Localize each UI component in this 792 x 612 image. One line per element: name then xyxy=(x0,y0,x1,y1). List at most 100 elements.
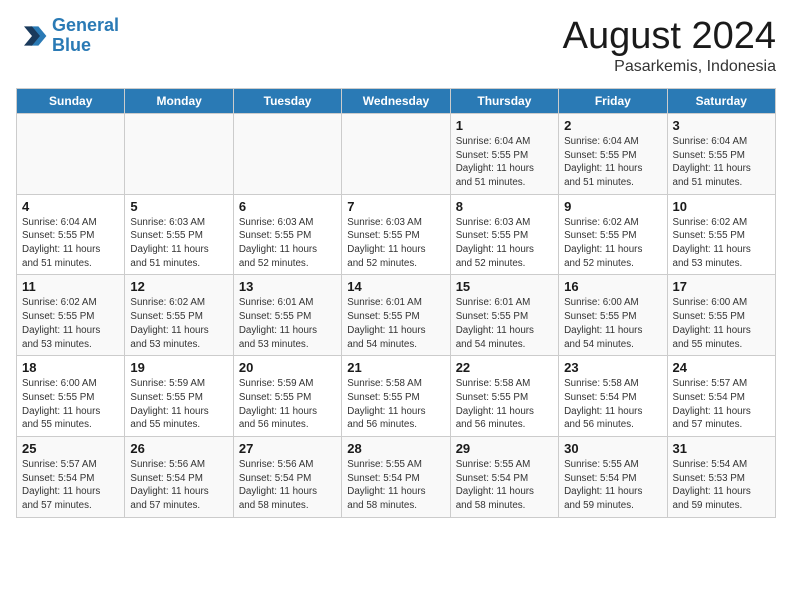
calendar-cell: 26 Sunrise: 5:56 AM Sunset: 5:54 PM Dayli… xyxy=(125,437,233,518)
day-number: 26 xyxy=(130,441,227,456)
day-info: Sunrise: 6:04 AM Sunset: 5:55 PM Dayligh… xyxy=(564,135,661,190)
calendar-cell: 8 Sunrise: 6:03 AM Sunset: 5:55 PM Daylig… xyxy=(450,194,558,275)
day-info: Sunrise: 6:04 AM Sunset: 5:55 PM Dayligh… xyxy=(22,216,119,271)
calendar-cell: 10 Sunrise: 6:02 AM Sunset: 5:55 PM Dayli… xyxy=(667,194,775,275)
calendar-cell: 23 Sunrise: 5:58 AM Sunset: 5:54 PM Dayli… xyxy=(559,356,667,437)
calendar-cell: 13Sunrise: 6:01 AM Sunset: 5:55 PM Dayli… xyxy=(233,275,341,356)
day-info: Sunrise: 5:58 AM Sunset: 5:54 PM Dayligh… xyxy=(564,377,661,432)
calendar-cell: 4 Sunrise: 6:04 AM Sunset: 5:55 PM Daylig… xyxy=(17,194,125,275)
calendar-cell: 25Sunrise: 5:57 AM Sunset: 5:54 PM Dayli… xyxy=(17,437,125,518)
day-number: 7 xyxy=(347,199,444,214)
logo: General Blue xyxy=(16,16,119,56)
calendar-cell: 27 Sunrise: 5:56 AM Sunset: 5:54 PM Dayli… xyxy=(233,437,341,518)
subtitle: Pasarkemis, Indonesia xyxy=(563,58,776,76)
day-number: 8 xyxy=(456,199,553,214)
day-number: 1 xyxy=(456,118,553,133)
day-info: Sunrise: 6:02 AM Sunset: 5:55 PM Dayligh… xyxy=(22,296,119,351)
calendar-cell: 28 Sunrise: 5:55 AM Sunset: 5:54 PM Dayli… xyxy=(342,437,450,518)
calendar-cell: 6Sunrise: 6:03 AM Sunset: 5:55 PM Daylig… xyxy=(233,194,341,275)
calendar-cell: 31 Sunrise: 5:54 AM Sunset: 5:53 PM Dayli… xyxy=(667,437,775,518)
day-number: 19 xyxy=(130,360,227,375)
day-number: 17 xyxy=(673,279,770,294)
day-number: 4 xyxy=(22,199,119,214)
calendar-cell: 21 Sunrise: 5:58 AM Sunset: 5:55 PM Dayli… xyxy=(342,356,450,437)
day-info: Sunrise: 6:02 AM Sunset: 5:55 PM Dayligh… xyxy=(130,296,227,351)
day-info: Sunrise: 6:04 AM Sunset: 5:55 PM Dayligh… xyxy=(456,135,553,190)
day-number: 2 xyxy=(564,118,661,133)
day-header-monday: Monday xyxy=(125,88,233,113)
calendar-cell: 3Sunrise: 6:04 AM Sunset: 5:55 PM Daylig… xyxy=(667,113,775,194)
day-number: 15 xyxy=(456,279,553,294)
day-info: Sunrise: 6:00 AM Sunset: 5:55 PM Dayligh… xyxy=(564,296,661,351)
day-info: Sunrise: 5:58 AM Sunset: 5:55 PM Dayligh… xyxy=(347,377,444,432)
day-number: 27 xyxy=(239,441,336,456)
day-number: 28 xyxy=(347,441,444,456)
calendar-cell: 20 Sunrise: 5:59 AM Sunset: 5:55 PM Dayli… xyxy=(233,356,341,437)
day-header-sunday: Sunday xyxy=(17,88,125,113)
calendar-week-2: 4 Sunrise: 6:04 AM Sunset: 5:55 PM Daylig… xyxy=(17,194,776,275)
calendar-cell: 11 Sunrise: 6:02 AM Sunset: 5:55 PM Dayli… xyxy=(17,275,125,356)
day-number: 3 xyxy=(673,118,770,133)
calendar-cell: 29 Sunrise: 5:55 AM Sunset: 5:54 PM Dayli… xyxy=(450,437,558,518)
calendar-cell: 18 Sunrise: 6:00 AM Sunset: 5:55 PM Dayli… xyxy=(17,356,125,437)
day-info: Sunrise: 6:01 AM Sunset: 5:55 PM Dayligh… xyxy=(347,296,444,351)
calendar-cell xyxy=(125,113,233,194)
calendar-cell: 22 Sunrise: 5:58 AM Sunset: 5:55 PM Dayli… xyxy=(450,356,558,437)
day-number: 25 xyxy=(22,441,119,456)
main-title: August 2024 xyxy=(563,16,776,58)
day-info: Sunrise: 5:55 AM Sunset: 5:54 PM Dayligh… xyxy=(564,458,661,513)
calendar-cell xyxy=(233,113,341,194)
day-header-thursday: Thursday xyxy=(450,88,558,113)
day-info: Sunrise: 6:01 AM Sunset: 5:55 PM Dayligh… xyxy=(239,296,336,351)
day-number: 12 xyxy=(130,279,227,294)
day-number: 21 xyxy=(347,360,444,375)
title-block: August 2024 Pasarkemis, Indonesia xyxy=(563,16,776,76)
day-info: Sunrise: 5:56 AM Sunset: 5:54 PM Dayligh… xyxy=(130,458,227,513)
calendar-cell: 24Sunrise: 5:57 AM Sunset: 5:54 PM Dayli… xyxy=(667,356,775,437)
calendar-cell: 19Sunrise: 5:59 AM Sunset: 5:55 PM Dayli… xyxy=(125,356,233,437)
day-number: 10 xyxy=(673,199,770,214)
day-number: 11 xyxy=(22,279,119,294)
calendar-cell: 1 Sunrise: 6:04 AM Sunset: 5:55 PM Daylig… xyxy=(450,113,558,194)
day-number: 22 xyxy=(456,360,553,375)
calendar-week-3: 11 Sunrise: 6:02 AM Sunset: 5:55 PM Dayli… xyxy=(17,275,776,356)
calendar-table: SundayMondayTuesdayWednesdayThursdayFrid… xyxy=(16,88,776,518)
day-info: Sunrise: 6:03 AM Sunset: 5:55 PM Dayligh… xyxy=(130,216,227,271)
calendar-week-5: 25Sunrise: 5:57 AM Sunset: 5:54 PM Dayli… xyxy=(17,437,776,518)
day-number: 18 xyxy=(22,360,119,375)
logo-icon xyxy=(16,20,48,52)
day-number: 24 xyxy=(673,360,770,375)
day-number: 29 xyxy=(456,441,553,456)
day-number: 6 xyxy=(239,199,336,214)
calendar-cell: 17Sunrise: 6:00 AM Sunset: 5:55 PM Dayli… xyxy=(667,275,775,356)
day-number: 16 xyxy=(564,279,661,294)
day-info: Sunrise: 5:54 AM Sunset: 5:53 PM Dayligh… xyxy=(673,458,770,513)
calendar-cell: 15 Sunrise: 6:01 AM Sunset: 5:55 PM Dayli… xyxy=(450,275,558,356)
day-number: 31 xyxy=(673,441,770,456)
day-info: Sunrise: 6:03 AM Sunset: 5:55 PM Dayligh… xyxy=(456,216,553,271)
day-info: Sunrise: 5:55 AM Sunset: 5:54 PM Dayligh… xyxy=(347,458,444,513)
day-number: 20 xyxy=(239,360,336,375)
day-info: Sunrise: 5:55 AM Sunset: 5:54 PM Dayligh… xyxy=(456,458,553,513)
calendar-week-1: 1 Sunrise: 6:04 AM Sunset: 5:55 PM Daylig… xyxy=(17,113,776,194)
calendar-cell: 9Sunrise: 6:02 AM Sunset: 5:55 PM Daylig… xyxy=(559,194,667,275)
day-info: Sunrise: 6:02 AM Sunset: 5:55 PM Dayligh… xyxy=(673,216,770,271)
day-number: 5 xyxy=(130,199,227,214)
day-number: 9 xyxy=(564,199,661,214)
day-info: Sunrise: 5:59 AM Sunset: 5:55 PM Dayligh… xyxy=(239,377,336,432)
day-info: Sunrise: 6:03 AM Sunset: 5:55 PM Dayligh… xyxy=(347,216,444,271)
day-info: Sunrise: 5:56 AM Sunset: 5:54 PM Dayligh… xyxy=(239,458,336,513)
day-header-saturday: Saturday xyxy=(667,88,775,113)
calendar-cell: 12 Sunrise: 6:02 AM Sunset: 5:55 PM Dayli… xyxy=(125,275,233,356)
calendar-cell: 16 Sunrise: 6:00 AM Sunset: 5:55 PM Dayli… xyxy=(559,275,667,356)
calendar-week-4: 18 Sunrise: 6:00 AM Sunset: 5:55 PM Dayli… xyxy=(17,356,776,437)
day-info: Sunrise: 5:58 AM Sunset: 5:55 PM Dayligh… xyxy=(456,377,553,432)
day-number: 23 xyxy=(564,360,661,375)
day-header-wednesday: Wednesday xyxy=(342,88,450,113)
day-info: Sunrise: 6:01 AM Sunset: 5:55 PM Dayligh… xyxy=(456,296,553,351)
calendar-cell: 14Sunrise: 6:01 AM Sunset: 5:55 PM Dayli… xyxy=(342,275,450,356)
day-info: Sunrise: 6:00 AM Sunset: 5:55 PM Dayligh… xyxy=(22,377,119,432)
calendar-cell xyxy=(342,113,450,194)
day-header-friday: Friday xyxy=(559,88,667,113)
day-number: 30 xyxy=(564,441,661,456)
